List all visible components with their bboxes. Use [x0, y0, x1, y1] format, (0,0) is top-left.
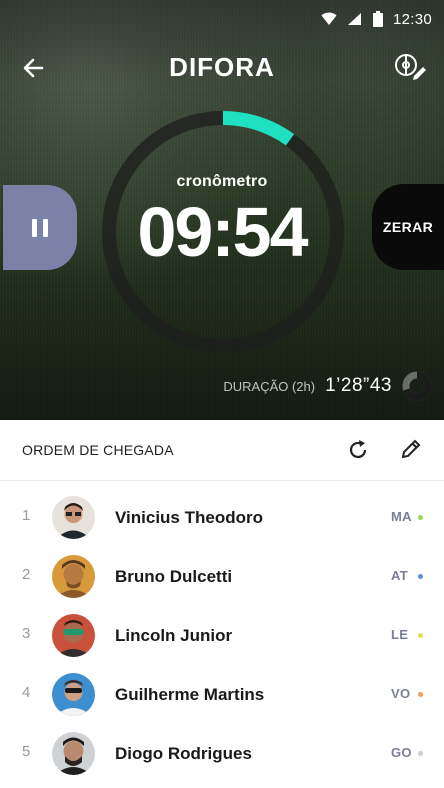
- player-name: Guilherme Martins: [115, 685, 265, 704]
- player-row[interactable]: 3 Lincoln Junior LE: [0, 599, 444, 658]
- player-row[interactable]: 4 Guilherme Martins VO: [0, 658, 444, 717]
- position-dot: [418, 751, 423, 756]
- status-bar: 12:30: [0, 0, 444, 38]
- arrow-back-icon: [23, 58, 44, 78]
- duration-info: DURAÇÃO (2h) 1’28”43: [223, 370, 432, 402]
- signal-icon: [347, 13, 361, 25]
- field-edit-icon: [395, 54, 426, 80]
- player-row[interactable]: 5 Diogo Rodrigues GO: [0, 717, 444, 776]
- players-list: 1 Vinicius Theodoro MA 2 Bruno Dulcetti …: [0, 481, 444, 776]
- edit-list-button[interactable]: [400, 438, 422, 460]
- player-position: AT: [391, 568, 408, 583]
- status-time: 12:30: [392, 10, 432, 28]
- position-dot: [418, 515, 423, 520]
- position-dot: [418, 692, 423, 697]
- player-position: VO: [391, 686, 411, 701]
- player-rank: 2: [22, 566, 31, 583]
- pencil-icon: [401, 439, 421, 459]
- player-avatar: [52, 673, 95, 716]
- app-logo: DIFORA: [169, 52, 275, 82]
- player-position: MA: [391, 509, 412, 524]
- player-avatar: [52, 732, 95, 775]
- player-rank: 3: [22, 625, 31, 642]
- player-name: Diogo Rodrigues: [115, 744, 252, 763]
- player-position: LE: [391, 627, 409, 642]
- player-rank: 1: [22, 507, 31, 524]
- player-name: Lincoln Junior: [115, 626, 233, 645]
- duration-progress-icon: [402, 371, 432, 401]
- arrival-order-title: ORDEM DE CHEGADA: [22, 442, 174, 458]
- back-button[interactable]: [18, 54, 50, 82]
- refresh-icon: [349, 440, 367, 459]
- player-name: Bruno Dulcetti: [115, 567, 233, 586]
- timer-progress-arc: [222, 111, 295, 146]
- field-settings-button[interactable]: [392, 52, 428, 82]
- player-avatar: [52, 614, 95, 657]
- pause-button[interactable]: [3, 185, 77, 270]
- player-rank: 5: [22, 743, 31, 760]
- player-row[interactable]: 1 Vinicius Theodoro MA: [0, 481, 444, 540]
- timer-hero: 12:30 DIFORA cronômetro 09:54 ZERAR DURA…: [0, 0, 444, 420]
- player-avatar: [52, 555, 95, 598]
- wifi-icon: [321, 12, 337, 25]
- pause-icon: [32, 218, 48, 237]
- app-bar: DIFORA: [0, 48, 444, 88]
- player-name: Vinicius Theodoro: [115, 508, 263, 527]
- duration-label: DURAÇÃO (2h): [223, 378, 316, 394]
- battery-icon: [372, 11, 383, 27]
- reset-button[interactable]: ZERAR: [372, 184, 444, 270]
- position-dot: [418, 633, 423, 638]
- player-position: GO: [391, 745, 412, 760]
- player-row[interactable]: 2 Bruno Dulcetti AT: [0, 540, 444, 599]
- duration-value: 1’28”43: [325, 375, 392, 396]
- arrival-order-header: ORDEM DE CHEGADA: [0, 420, 444, 481]
- player-rank: 4: [22, 684, 31, 701]
- refresh-button[interactable]: [346, 438, 370, 462]
- timer-label: cronômetro: [176, 173, 268, 190]
- position-dot: [418, 574, 423, 579]
- player-avatar: [52, 496, 95, 539]
